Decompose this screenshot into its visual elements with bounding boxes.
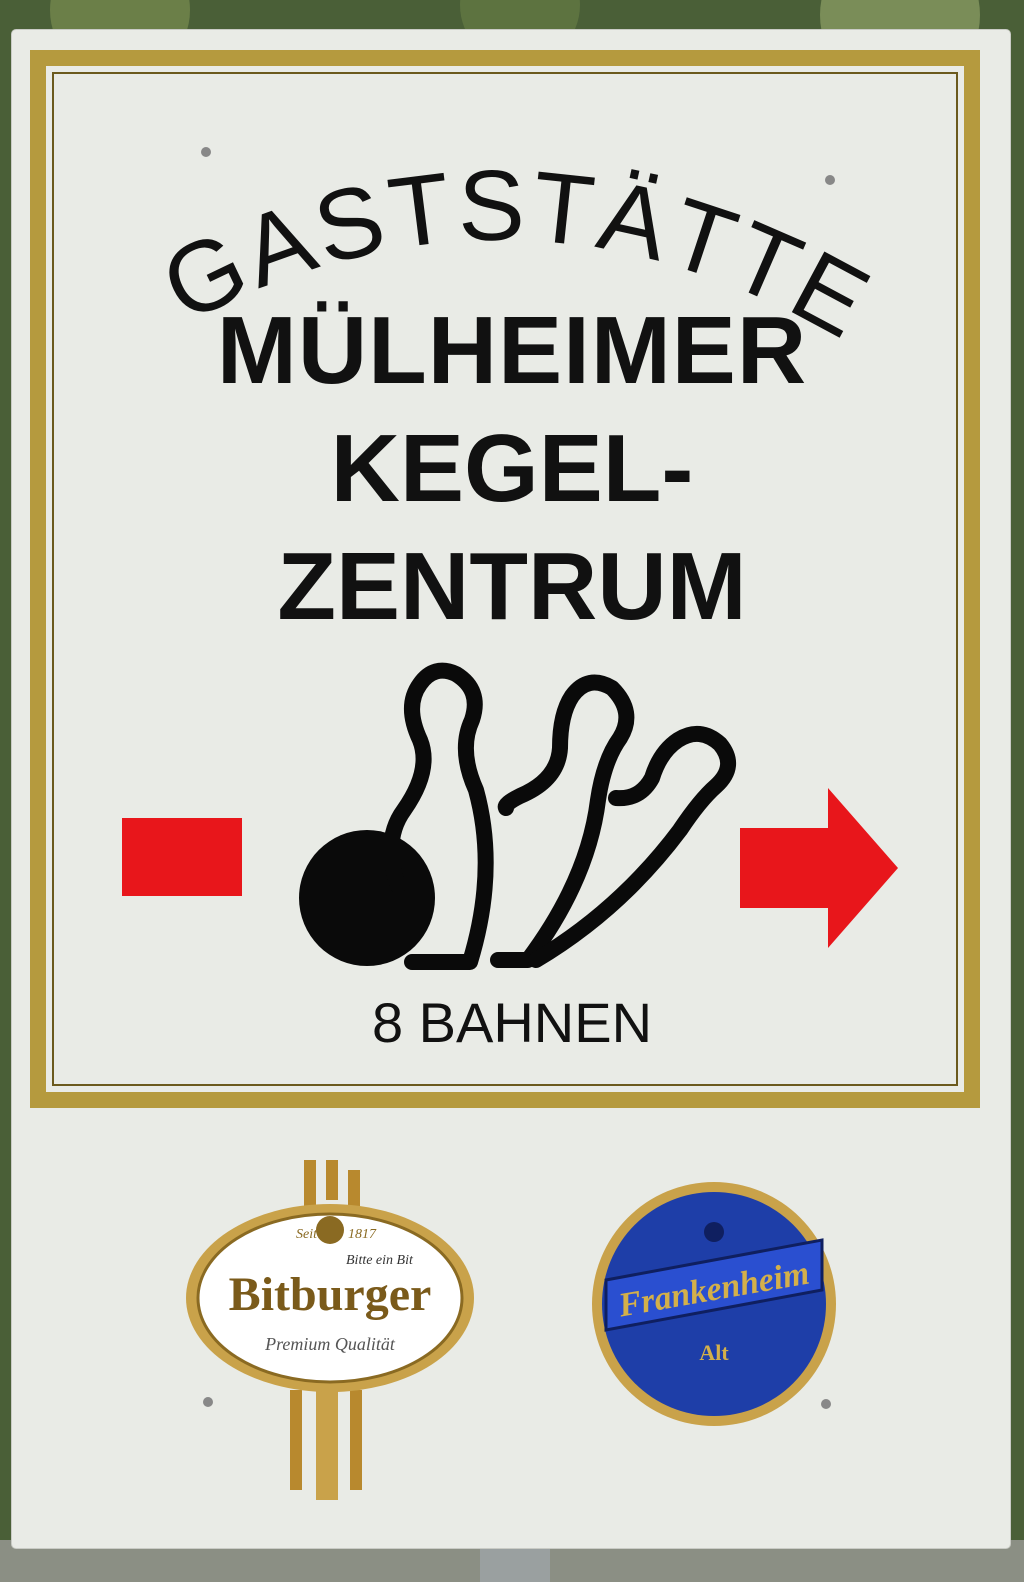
frankenheim-type: Alt [699, 1340, 729, 1365]
bitburger-since: Seit [296, 1227, 318, 1242]
screws [201, 147, 835, 1409]
bitburger-brand: Bitburger [229, 1268, 432, 1321]
bitburger-year: 1817 [348, 1227, 377, 1242]
bitburger-tagline: Premium Qualität [264, 1334, 396, 1354]
bitburger-slogan: Bitte ein Bit [346, 1253, 414, 1268]
photo-scene: GASTSTÄTTE MÜLHEIMER KEGEL- ZENTRUM 8 BA… [0, 0, 1024, 1582]
frankenheim-logo: Frankenheim Alt [592, 1182, 836, 1426]
bitburger-logo: Seit 1817 Bitte ein Bit Bitburger Premiu… [186, 1160, 474, 1500]
